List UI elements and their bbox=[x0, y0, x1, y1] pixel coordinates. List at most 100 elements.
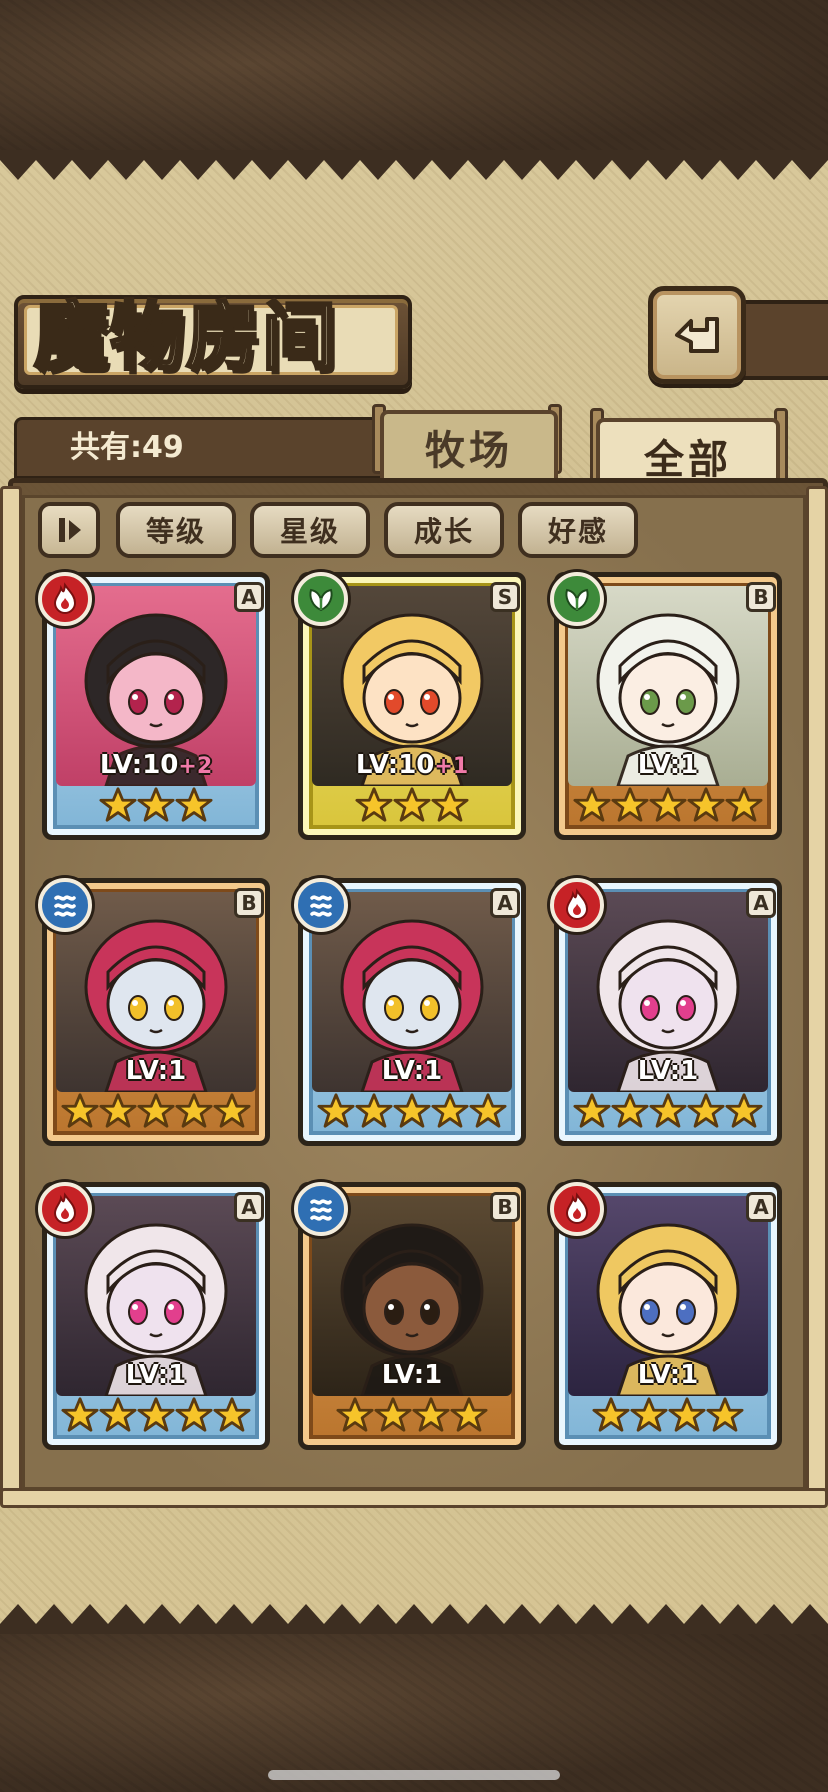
star-rating bbox=[292, 786, 532, 830]
level-bonus: +1 bbox=[434, 754, 469, 779]
star-icon bbox=[355, 787, 393, 822]
star-icon bbox=[706, 1397, 744, 1432]
sort-growth-button[interactable]: 成长 bbox=[384, 502, 504, 558]
level-value: LV:1 bbox=[637, 1056, 699, 1086]
water-element-icon bbox=[310, 895, 332, 917]
rank-badge: B bbox=[234, 888, 264, 918]
fire-element-icon bbox=[53, 1192, 77, 1224]
sort-affection-button[interactable]: 好感 bbox=[518, 502, 638, 558]
level-label: LV:1 bbox=[548, 1360, 788, 1390]
star-icon bbox=[611, 787, 649, 822]
star-icon bbox=[137, 1397, 175, 1432]
star-icon bbox=[61, 1093, 99, 1128]
bottom-map-strip bbox=[0, 1630, 828, 1792]
monster-count: 共有:49 bbox=[70, 430, 184, 465]
level-bonus: +2 bbox=[178, 754, 213, 779]
bottom-rail bbox=[0, 1488, 828, 1508]
level-value: LV:1 bbox=[125, 1056, 187, 1086]
star-icon bbox=[393, 787, 431, 822]
page-title: 魔物房间 bbox=[33, 293, 338, 382]
level-value: LV:10 bbox=[355, 750, 435, 780]
sort-order-toggle[interactable] bbox=[38, 502, 100, 558]
rank-badge: A bbox=[234, 1192, 264, 1222]
sort-star-button[interactable]: 星级 bbox=[250, 502, 370, 558]
level-label: LV:1 bbox=[36, 1360, 276, 1390]
star-icon bbox=[355, 1093, 393, 1128]
element-badge bbox=[38, 1182, 92, 1236]
level-label: LV:1 bbox=[292, 1056, 532, 1086]
level-label: LV:1 bbox=[548, 750, 788, 780]
water-element-icon bbox=[54, 895, 76, 917]
fire-element-icon bbox=[565, 888, 589, 920]
water-element-icon bbox=[310, 1199, 332, 1221]
star-icon bbox=[573, 1093, 611, 1128]
level-value: LV:1 bbox=[637, 750, 699, 780]
level-value: LV:1 bbox=[125, 1360, 187, 1390]
back-return-icon bbox=[675, 317, 719, 353]
star-icon bbox=[175, 787, 213, 822]
fire-element-icon bbox=[565, 1192, 589, 1224]
star-rating bbox=[292, 1092, 532, 1136]
monster-card[interactable]: A LV:1 bbox=[36, 1182, 276, 1462]
star-icon bbox=[649, 1093, 687, 1128]
level-value: LV:1 bbox=[381, 1056, 443, 1086]
zigzag-bottom-edge bbox=[0, 1604, 828, 1634]
level-label: LV:1 bbox=[36, 1056, 276, 1086]
star-icon bbox=[137, 1093, 175, 1128]
element-badge bbox=[550, 1182, 604, 1236]
star-icon bbox=[175, 1397, 213, 1432]
right-rail bbox=[806, 486, 828, 1496]
star-icon bbox=[431, 1093, 469, 1128]
rank-badge: S bbox=[490, 582, 520, 612]
star-icon bbox=[374, 1397, 412, 1432]
monster-card[interactable]: B LV:1 bbox=[36, 878, 276, 1158]
zigzag-top-edge bbox=[0, 150, 828, 180]
star-icon bbox=[99, 1093, 137, 1128]
level-label: LV:1 bbox=[292, 1360, 532, 1390]
level-value: LV:10 bbox=[99, 750, 179, 780]
leaf-element-icon bbox=[309, 588, 333, 612]
monster-card[interactable]: B LV:1 bbox=[548, 572, 788, 852]
star-icon bbox=[469, 1093, 507, 1128]
element-badge bbox=[550, 572, 604, 626]
star-icon bbox=[450, 1397, 488, 1432]
star-icon bbox=[725, 1093, 763, 1128]
monster-card[interactable]: A LV:10+2 bbox=[36, 572, 276, 852]
monster-card[interactable]: A LV:1 bbox=[292, 878, 532, 1158]
rank-badge: A bbox=[234, 582, 264, 612]
rank-badge: A bbox=[746, 1192, 776, 1222]
element-badge bbox=[294, 572, 348, 626]
level-label: LV:1 bbox=[548, 1056, 788, 1086]
home-indicator bbox=[268, 1770, 560, 1780]
star-icon bbox=[393, 1093, 431, 1128]
level-value: LV:1 bbox=[637, 1360, 699, 1390]
monster-card[interactable]: S LV:10+1 bbox=[292, 572, 532, 852]
level-value: LV:1 bbox=[381, 1360, 443, 1390]
star-rating bbox=[548, 1396, 788, 1440]
star-icon bbox=[99, 1397, 137, 1432]
monster-card[interactable]: B LV:1 bbox=[292, 1182, 532, 1462]
rank-badge: A bbox=[490, 888, 520, 918]
rank-badge: B bbox=[746, 582, 776, 612]
star-icon bbox=[573, 787, 611, 822]
star-rating bbox=[548, 786, 788, 830]
element-badge bbox=[294, 1182, 348, 1236]
back-button[interactable] bbox=[648, 286, 746, 384]
star-icon bbox=[137, 787, 175, 822]
top-map-strip bbox=[0, 0, 828, 160]
star-icon bbox=[213, 1093, 251, 1128]
star-icon bbox=[611, 1093, 649, 1128]
tab-ranch[interactable]: 牧场 bbox=[380, 410, 558, 480]
sort-level-button[interactable]: 等级 bbox=[116, 502, 236, 558]
rank-badge: B bbox=[490, 1192, 520, 1222]
star-icon bbox=[61, 1397, 99, 1432]
star-rating bbox=[548, 1092, 788, 1136]
monster-card[interactable]: A LV:1 bbox=[548, 1182, 788, 1462]
level-label: LV:10+2 bbox=[36, 750, 276, 780]
fire-element-icon bbox=[53, 582, 77, 614]
star-icon bbox=[175, 1093, 213, 1128]
sort-order-icon bbox=[59, 518, 81, 542]
star-icon bbox=[431, 787, 469, 822]
monster-card[interactable]: A LV:1 bbox=[548, 878, 788, 1158]
star-icon bbox=[336, 1397, 374, 1432]
